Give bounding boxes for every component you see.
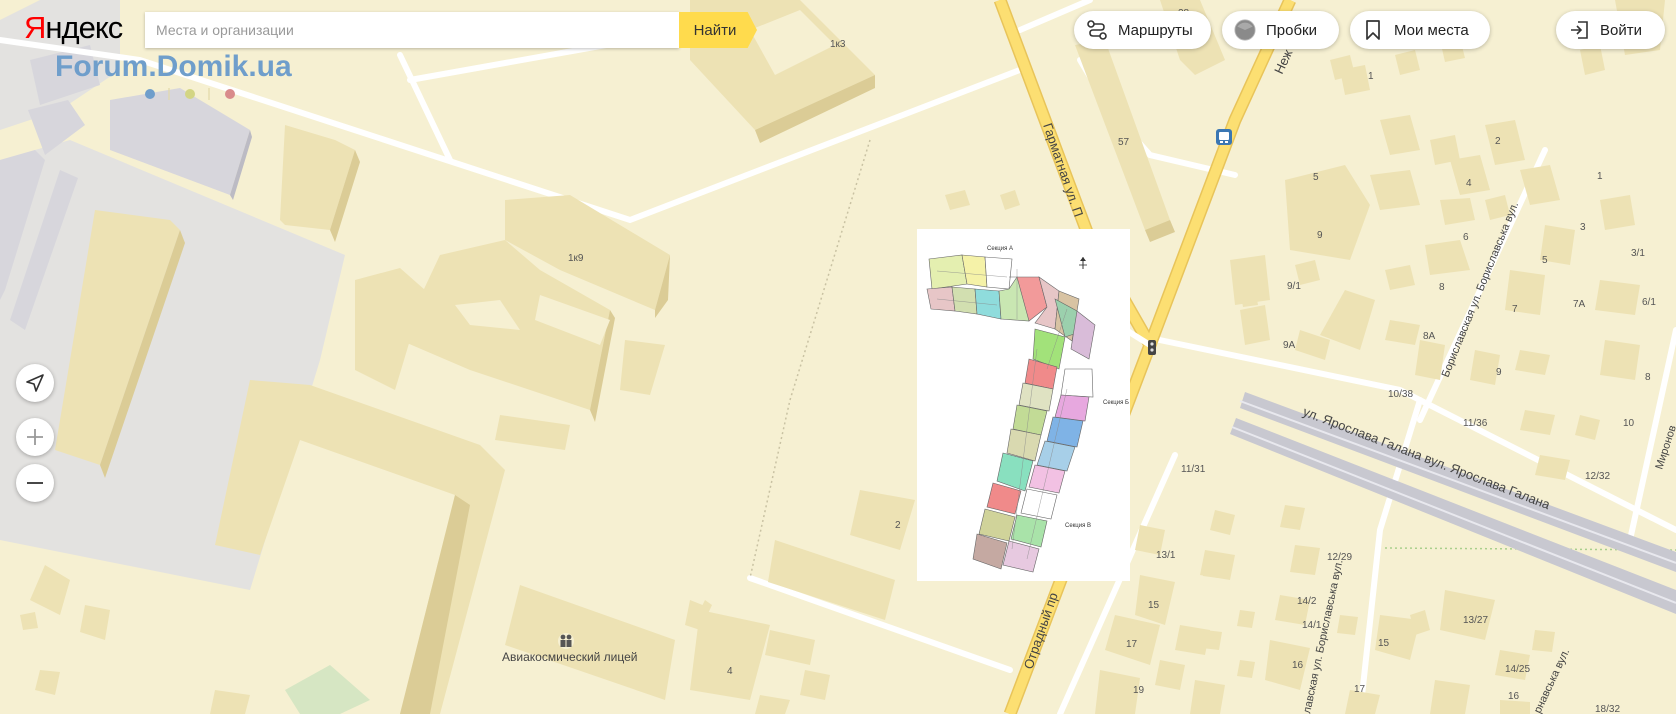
building	[20, 612, 38, 630]
building-number: 5	[1313, 172, 1319, 183]
building	[1500, 700, 1530, 714]
building	[1202, 630, 1222, 650]
building-number: 18/32	[1595, 704, 1620, 714]
building-number: 16	[1292, 660, 1304, 671]
building	[1595, 280, 1640, 315]
building-number: 9	[1317, 230, 1323, 241]
traffic-icon	[1234, 19, 1256, 41]
building-number: 14/2	[1297, 596, 1317, 607]
watermark-dots	[145, 88, 235, 100]
plan-label: Секция Б	[1103, 400, 1129, 406]
building-number: 1	[1597, 171, 1603, 182]
traffic-light-icon	[1148, 340, 1156, 355]
zoom-in-button[interactable]	[16, 418, 54, 456]
building-number: 1	[1368, 71, 1374, 82]
building-number: 9	[1496, 367, 1502, 378]
building-number: 11/31	[1181, 464, 1206, 475]
building-number: 3/1	[1631, 248, 1645, 259]
routes-label: Маршруты	[1118, 21, 1193, 39]
floor-plan-overlay[interactable]: Секция А Секция Б Секция В	[917, 229, 1130, 581]
building	[1237, 660, 1255, 678]
building-number: 8	[1439, 282, 1445, 293]
north-arrow-icon	[1079, 257, 1087, 269]
login-icon	[1568, 19, 1590, 41]
minus-icon	[27, 482, 43, 484]
building-number: 9А	[1283, 340, 1296, 351]
building	[1532, 630, 1555, 652]
building-number: 16	[1508, 691, 1520, 702]
building-number: 6/1	[1642, 297, 1656, 308]
route-icon	[1086, 19, 1108, 41]
building	[1240, 288, 1258, 307]
bus-stop-icon[interactable]	[1216, 129, 1232, 145]
building-number: 4	[727, 666, 733, 677]
building-number: 13/1	[1156, 550, 1176, 561]
building	[1337, 615, 1358, 635]
search-button[interactable]: Найти	[679, 12, 757, 48]
plan-label: Секция А	[987, 246, 1014, 252]
plus-icon	[27, 429, 43, 445]
building	[1600, 195, 1635, 230]
bookmark-icon	[1362, 19, 1384, 41]
building	[1600, 340, 1640, 380]
building-number: 11/36	[1463, 418, 1488, 429]
routes-button[interactable]: Маршруты	[1074, 11, 1211, 49]
building-number: 3	[1580, 222, 1586, 233]
zoom-out-button[interactable]	[16, 464, 54, 502]
building-number: 1к3	[830, 39, 846, 50]
building-number: 13/27	[1463, 615, 1488, 626]
plan-label: Секция В	[1065, 523, 1092, 529]
building-number: 10/38	[1388, 389, 1413, 400]
search-input[interactable]	[145, 12, 679, 48]
building-number: 7А	[1573, 299, 1586, 310]
building-number: 5	[1542, 255, 1548, 266]
yandex-logo[interactable]: Яндекс	[24, 10, 123, 46]
building-number: 8А	[1423, 331, 1436, 342]
login-label: Войти	[1600, 21, 1642, 39]
my-places-label: Мои места	[1394, 21, 1469, 39]
building	[1190, 680, 1225, 714]
watermark-logo: Forum.Domik.ua	[55, 50, 292, 83]
building-number: 2	[1495, 136, 1501, 147]
school-icon	[560, 634, 566, 640]
building	[1430, 135, 1460, 165]
building	[1430, 680, 1470, 714]
traffic-label: Пробки	[1266, 21, 1317, 39]
building-number: 12/32	[1585, 471, 1610, 482]
building-number: 14/25	[1505, 664, 1530, 675]
building	[800, 670, 830, 700]
building-number: 19	[1133, 685, 1145, 696]
building-number: 8	[1645, 372, 1651, 383]
building-number: 6	[1463, 232, 1469, 243]
building-number: 17	[1126, 639, 1138, 650]
poi-label: Авиакосмический лицей	[502, 650, 638, 664]
building	[1237, 610, 1255, 628]
search-box	[145, 12, 679, 48]
building-number: 10	[1623, 418, 1635, 429]
login-button[interactable]: Войти	[1556, 11, 1665, 49]
map-canvas[interactable]: 1к3 1к9 57 2 4 28 1 2 5 9 4 1 3 6 3/1 5 …	[0, 0, 1676, 714]
building	[1290, 545, 1320, 575]
building-number: 9/1	[1287, 281, 1301, 292]
building-number: 15	[1378, 638, 1390, 649]
geolocation-button[interactable]	[16, 364, 54, 402]
building	[1203, 560, 1220, 578]
building	[1240, 305, 1270, 345]
building-number: 4	[1466, 178, 1472, 189]
building-number: 57	[1118, 137, 1130, 148]
building-number: 17	[1354, 684, 1366, 695]
navigation-arrow-icon	[26, 374, 44, 392]
building-number: 7	[1512, 304, 1518, 315]
building	[1155, 660, 1185, 690]
my-places-button[interactable]: Мои места	[1350, 11, 1490, 49]
building	[1505, 270, 1545, 315]
traffic-button[interactable]: Пробки	[1222, 11, 1339, 49]
building-number: 1к9	[568, 253, 584, 264]
building-number: 15	[1148, 600, 1160, 611]
building-number: 2	[895, 520, 901, 531]
